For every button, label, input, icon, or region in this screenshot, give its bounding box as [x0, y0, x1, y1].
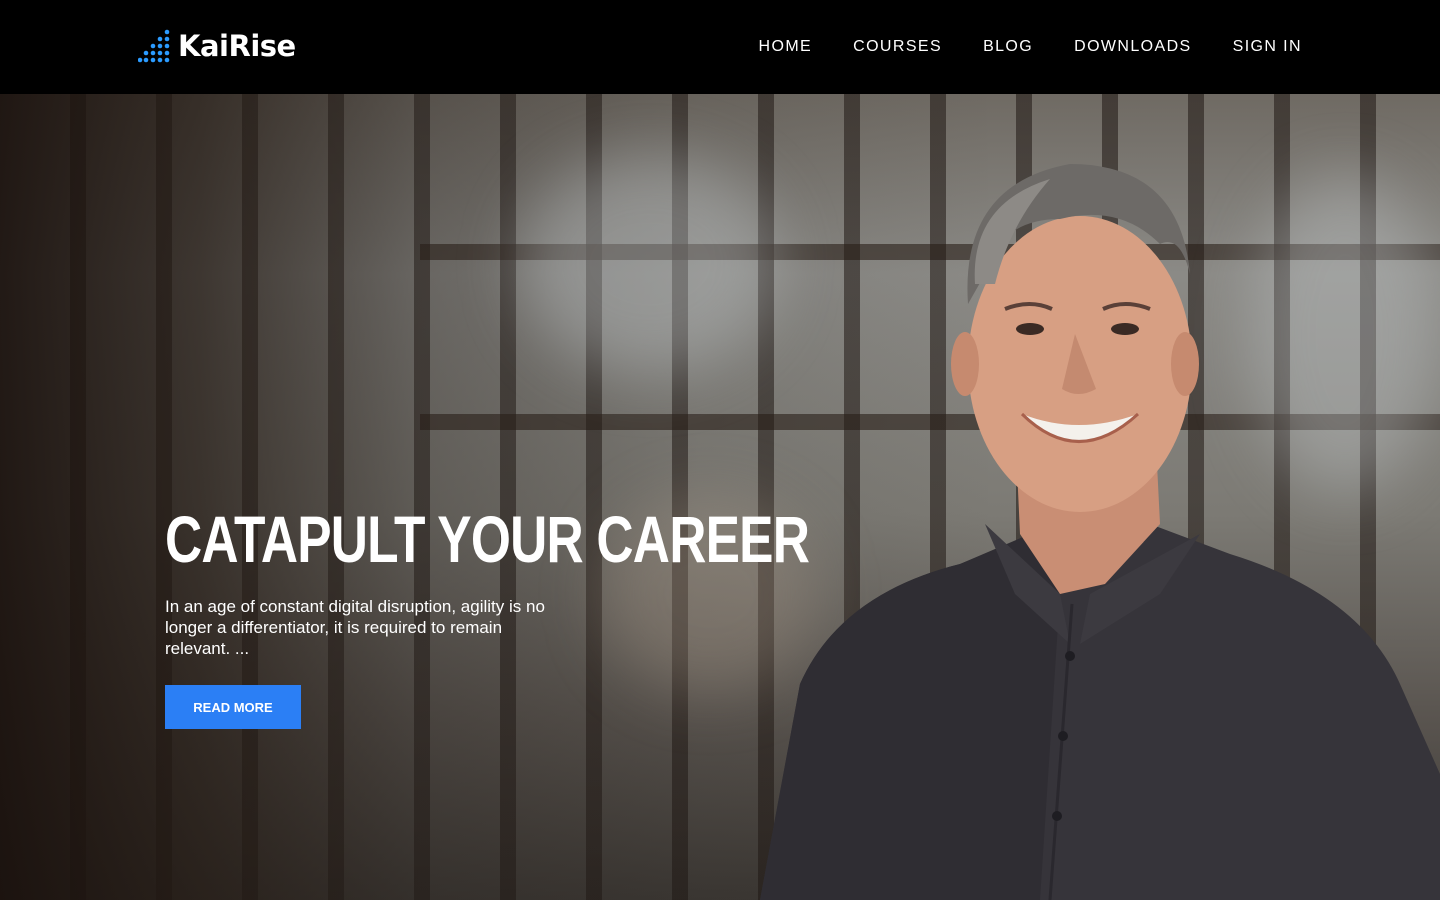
main-nav: HOME COURSES BLOG DOWNLOADS SIGN IN	[718, 0, 1302, 94]
kairise-logo[interactable]: KaiRise	[138, 28, 296, 64]
nav-downloads[interactable]: DOWNLOADS	[1074, 38, 1192, 56]
nav-courses[interactable]: COURSES	[853, 38, 942, 56]
hero-section: CATAPULT YOUR CAREER In an age of consta…	[0, 94, 1440, 900]
hero-title: CATAPULT YOUR CAREER	[165, 502, 810, 576]
read-more-button[interactable]: READ MORE	[165, 685, 301, 729]
site-header: KaiRise HOME COURSES BLOG DOWNLOADS SIGN…	[0, 0, 1440, 94]
brand-name: KaiRise	[178, 29, 296, 63]
logo-dots-icon	[138, 29, 170, 63]
hero-description: In an age of constant digital disruption…	[165, 597, 545, 658]
nav-home[interactable]: HOME	[759, 38, 813, 56]
nav-blog[interactable]: BLOG	[983, 38, 1033, 56]
nav-sign-in[interactable]: SIGN IN	[1233, 38, 1302, 56]
presenter-photo	[760, 164, 1440, 900]
